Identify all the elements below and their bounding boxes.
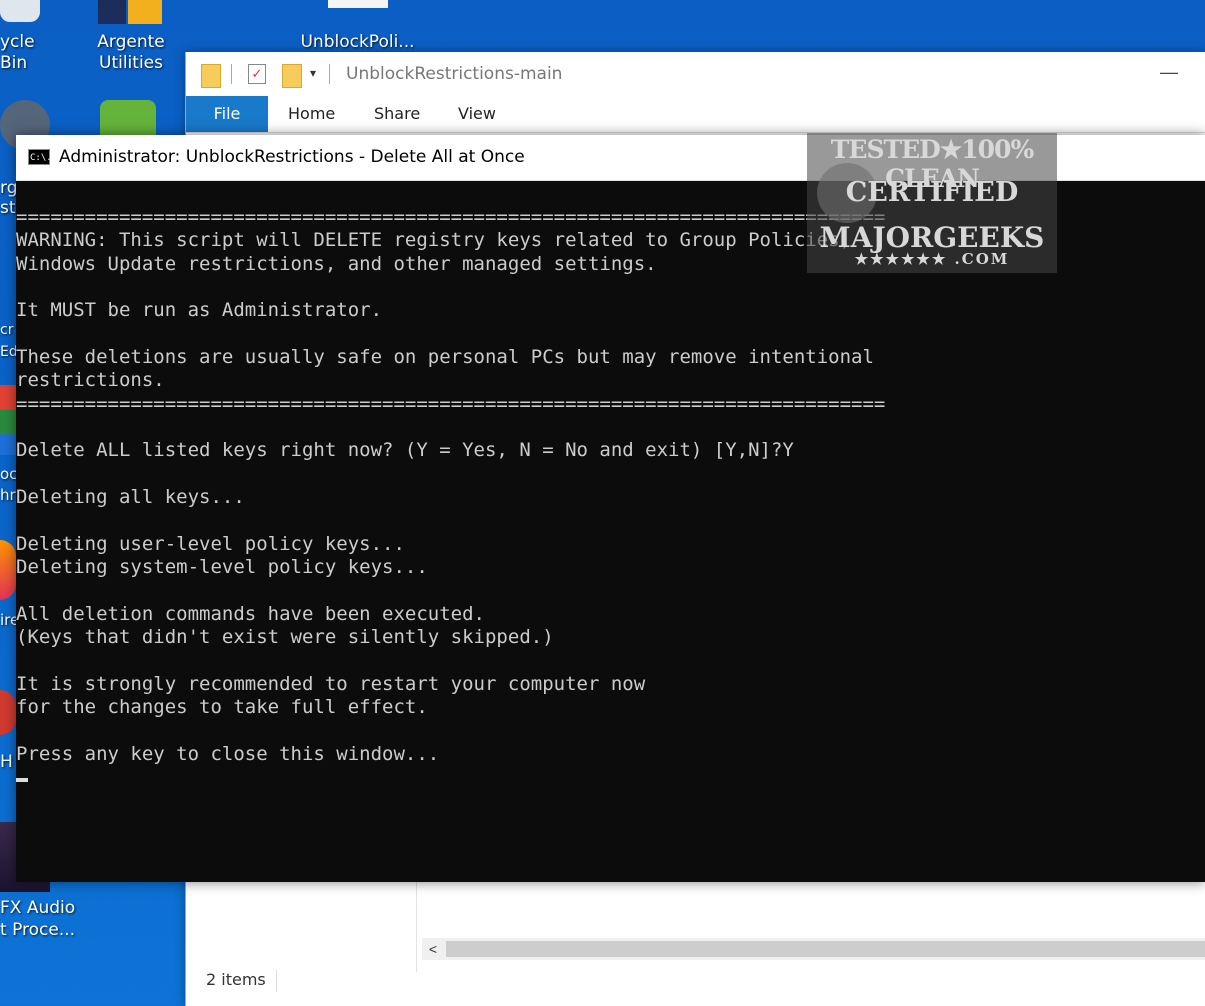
text-cursor [16, 778, 28, 783]
console-line: Windows Update restrictions, and other m… [16, 252, 657, 275]
status-item-count: 2 items [206, 970, 266, 989]
firefox-app-icon[interactable] [0, 540, 16, 600]
console-line: WARNING: This script will DELETE registr… [16, 229, 852, 252]
explorer-titlebar[interactable]: ✓ ▾ UnblockRestrictions-main — [186, 52, 1205, 96]
watermark-line-4: ★★★★★★ .COM [854, 250, 1010, 268]
recycle-bin-icon[interactable] [0, 0, 40, 22]
console-line: Deleting user-level policy keys... [16, 532, 405, 555]
scroll-left-button[interactable]: < [422, 938, 444, 960]
tab-file[interactable]: File [186, 96, 268, 132]
status-separator [276, 970, 277, 992]
tab-view[interactable]: View [458, 96, 496, 132]
console-line: ========================================… [16, 392, 886, 415]
console-line: Press any key to close this window... [16, 742, 440, 765]
console-output-text: ========================================… [16, 206, 885, 766]
console-line: It MUST be run as Administrator. [16, 299, 383, 322]
scroll-thumb[interactable] [446, 941, 1205, 957]
console-line: ========================================… [16, 206, 886, 228]
partial-label-3: cr [0, 322, 14, 338]
desktop-icon-label-recycle-bin[interactable]: ycle Bin [0, 32, 66, 74]
partial-label-8: H [0, 752, 13, 772]
desktop-icon-label-unblock[interactable]: UnblockPoli... [290, 32, 425, 53]
desktop-icon-label-fx-audio[interactable]: FX Audio [0, 898, 75, 919]
partial-label-5: oc [0, 465, 18, 483]
horizontal-scrollbar[interactable]: < [422, 938, 1205, 960]
console-output-area[interactable]: ========================================… [16, 180, 1205, 880]
argente-label-text: Argente Utilities [97, 32, 165, 73]
red-app-icon[interactable] [0, 690, 16, 735]
desktop-icon-label-fx-audio-2[interactable]: t Proce... [0, 920, 75, 941]
console-line: for the changes to take full effect. [16, 696, 428, 719]
console-line: It is strongly recommended to restart yo… [16, 672, 646, 695]
watermark-line-2: CERTIFIED [845, 177, 1019, 208]
partial-label-6: hr [0, 486, 16, 504]
command-prompt-icon: C:\. [28, 149, 52, 165]
unblock-folder-icon[interactable] [328, 0, 388, 8]
green-app-icon[interactable] [100, 100, 156, 136]
chrome-app-icon[interactable] [0, 385, 16, 455]
console-line: Delete ALL listed keys right now? (Y = Y… [16, 439, 794, 462]
folder-icon[interactable] [201, 64, 221, 88]
tab-share[interactable]: Share [374, 96, 420, 132]
console-line: Deleting system-level policy keys... [16, 556, 428, 579]
tab-home[interactable]: Home [288, 96, 335, 132]
majorgeeks-certified-watermark: TESTED★100% CLEAN CERTIFIED MAJORGEEKS ★… [807, 133, 1057, 273]
qa-separator [231, 64, 232, 84]
explorer-window-title: UnblockRestrictions-main [346, 64, 563, 84]
desktop-icon-label-argente[interactable]: Argente Utilities [86, 32, 176, 74]
console-line: Deleting all keys... [16, 486, 245, 509]
qa-separator-2 [329, 64, 330, 84]
console-line: (Keys that didn't exist were silently sk… [16, 626, 554, 649]
ribbon-tabs: File Home Share View [186, 96, 1205, 133]
argente-utilities-icon[interactable] [98, 0, 164, 26]
minimize-button[interactable]: — [1160, 62, 1178, 83]
console-window-title: Administrator: UnblockRestrictions - Del… [59, 147, 525, 167]
console-line: All deletion commands have been executed… [16, 602, 485, 625]
console-line: These deletions are usually safe on pers… [16, 346, 874, 369]
customize-quick-access-chevron-icon[interactable]: ▾ [310, 66, 316, 80]
partial-label-1: rg [0, 178, 18, 198]
navigation-pane-divider[interactable] [416, 882, 417, 972]
partial-label-2: st [0, 198, 16, 218]
new-folder-icon[interactable] [282, 64, 302, 88]
properties-checkbox-icon[interactable]: ✓ [248, 64, 266, 84]
console-line: restrictions. [16, 369, 165, 392]
